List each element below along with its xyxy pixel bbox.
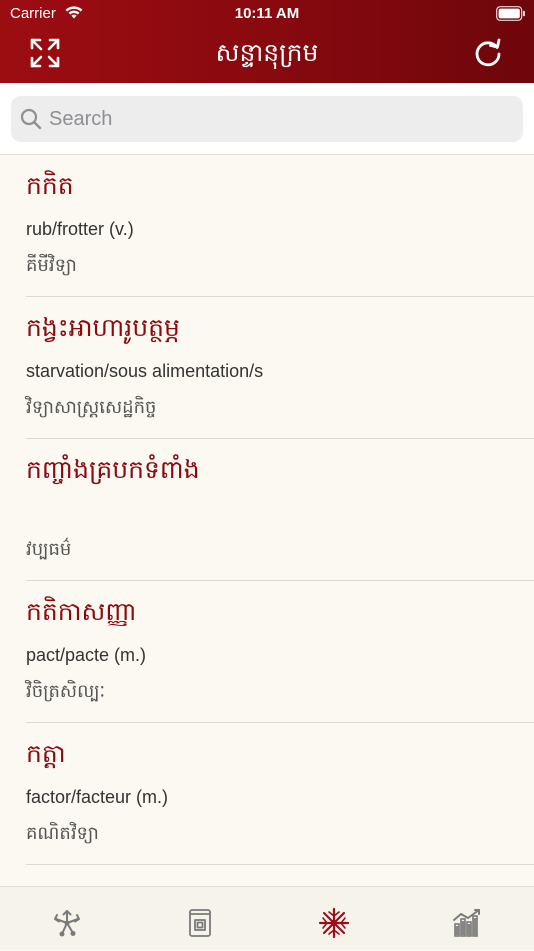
page-title: សន្ទានុក្រម	[0, 38, 534, 74]
tab-network[interactable]	[0, 887, 134, 951]
entry-category: គីមីវិទ្យា	[26, 253, 77, 280]
entry-headword: កកិត	[26, 171, 74, 207]
entry-translation: factor/facteur (m.)	[26, 787, 168, 808]
entry-category: វប្បធម៌	[26, 537, 71, 564]
entry-category: គណិតវិទ្យា	[26, 821, 99, 848]
network-arrows-icon	[51, 907, 83, 939]
tab-statistics[interactable]	[401, 887, 534, 951]
refresh-icon[interactable]	[470, 36, 506, 72]
list-item[interactable]: កញ្ចាំងគ្របកទំពាំង វប្បធម៌	[0, 439, 534, 581]
entry-headword: កតិកាសញ្ញា	[26, 597, 137, 633]
tab-book[interactable]	[134, 887, 268, 951]
entry-category: វិទ្យាសាស្ត្រសេដ្ឋកិច្ច	[26, 395, 156, 422]
search-bar-container	[0, 83, 534, 154]
entry-category: វិចិត្រសិល្បៈ	[26, 679, 105, 706]
entry-translation: starvation/sous alimentation/s	[26, 361, 263, 382]
app-header: Carrier 10:11 AM សន្ទានុក្រម	[0, 0, 534, 83]
entry-headword: កត្តា	[26, 739, 66, 775]
list-item[interactable]: កង្វះអាហារូបត្ថម្ភ starvation/sous alime…	[0, 297, 534, 439]
list-item[interactable]: កតិកាសញ្ញា pact/pacte (m.) វិចិត្រសិល្បៈ	[0, 581, 534, 723]
dictionary-list: កកិត rub/frotter (v.) គីមីវិទ្យា កង្វះអា…	[0, 155, 534, 886]
status-bar: Carrier 10:11 AM	[0, 0, 534, 28]
entry-headword: កង្វះអាហារូបត្ថម្ភ	[26, 313, 180, 349]
battery-icon	[496, 6, 526, 21]
search-input[interactable]	[49, 102, 509, 136]
status-time: 10:11 AM	[0, 5, 534, 22]
tab-bar	[0, 886, 534, 950]
search-box[interactable]	[11, 96, 523, 142]
list-item[interactable]: កត្តា factor/facteur (m.) គណិតវិទ្យា	[0, 723, 534, 865]
tab-dictionary[interactable]	[267, 887, 401, 951]
chart-trend-icon	[451, 907, 483, 939]
book-icon	[184, 907, 216, 939]
search-icon	[19, 107, 43, 131]
row-divider	[26, 864, 534, 865]
entry-headword: កញ្ចាំងគ្របកទំពាំង	[26, 455, 200, 491]
list-item[interactable]: កកិត rub/frotter (v.) គីមីវិទ្យា	[0, 155, 534, 297]
starburst-icon	[318, 907, 350, 939]
entry-translation: rub/frotter (v.)	[26, 219, 134, 240]
navigation-bar: សន្ទានុក្រម	[0, 28, 534, 83]
entry-translation: pact/pacte (m.)	[26, 645, 146, 666]
